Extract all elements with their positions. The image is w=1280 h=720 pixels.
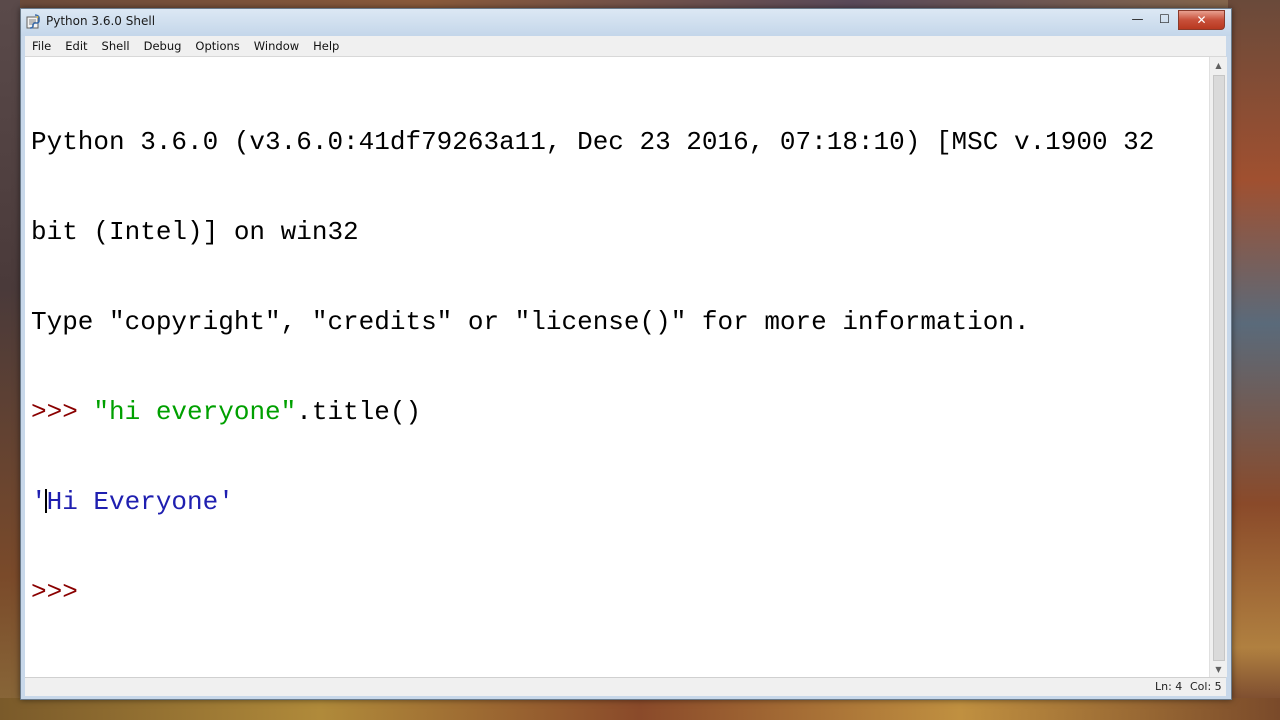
scrollbar-thumb[interactable] (1213, 75, 1225, 661)
python-idle-icon (26, 14, 42, 30)
status-column-number: Col: 5 (1190, 680, 1222, 693)
shell-prompt-active: >>> (31, 577, 94, 607)
menu-bar: File Edit Shell Debug Options Window Hel… (25, 36, 1226, 57)
close-button[interactable]: ✕ (1178, 10, 1225, 30)
shell-prompt: >>> (31, 397, 94, 427)
menu-options[interactable]: Options (188, 36, 246, 56)
status-bar: Ln: 4 Col: 5 (25, 677, 1226, 696)
menu-window[interactable]: Window (247, 36, 306, 56)
menu-debug[interactable]: Debug (137, 36, 189, 56)
banner-line-1: Python 3.6.0 (v3.6.0:41df79263a11, Dec 2… (31, 127, 1155, 157)
vertical-scrollbar[interactable]: ▲ ▼ (1209, 57, 1227, 677)
arrow-down-icon[interactable]: ▼ (1210, 661, 1227, 677)
desktop-background-right (1228, 0, 1280, 720)
menu-help[interactable]: Help (306, 36, 346, 56)
menu-shell[interactable]: Shell (95, 36, 137, 56)
shell-output: Python 3.6.0 (v3.6.0:41df79263a11, Dec 2… (31, 67, 1154, 667)
minimize-button[interactable]: — (1124, 10, 1151, 28)
status-line-number: Ln: 4 (1155, 680, 1183, 693)
desktop-background-left (0, 0, 20, 720)
banner-line-2: bit (Intel)] on win32 (31, 217, 359, 247)
menu-file[interactable]: File (25, 36, 58, 56)
menu-edit[interactable]: Edit (58, 36, 94, 56)
desktop-background-top (0, 0, 1280, 8)
input-line[interactable]: >>> (31, 577, 1154, 607)
banner-line-3: Type "copyright", "credits" or "license(… (31, 307, 1030, 337)
command-string-literal: "hi everyone" (93, 397, 297, 427)
output-line: 'Hi Everyone' (31, 487, 1154, 517)
desktop-background-bottom (0, 698, 1280, 720)
window-title: Python 3.6.0 Shell (46, 14, 156, 28)
command-line: >>> "hi everyone".title() (31, 397, 1154, 427)
shell-text-area[interactable]: Python 3.6.0 (v3.6.0:41df79263a11, Dec 2… (25, 57, 1209, 677)
maximize-button[interactable]: ☐ (1151, 10, 1178, 28)
command-method-call: .title() (296, 397, 422, 427)
idle-shell-window: Python 3.6.0 Shell — ☐ ✕ File Edit Shell… (20, 8, 1232, 700)
arrow-up-icon[interactable]: ▲ (1210, 57, 1227, 73)
title-bar[interactable]: Python 3.6.0 Shell — ☐ ✕ (21, 9, 1231, 36)
output-text: Hi Everyone' (46, 487, 234, 517)
window-controls: — ☐ ✕ (1124, 10, 1225, 30)
